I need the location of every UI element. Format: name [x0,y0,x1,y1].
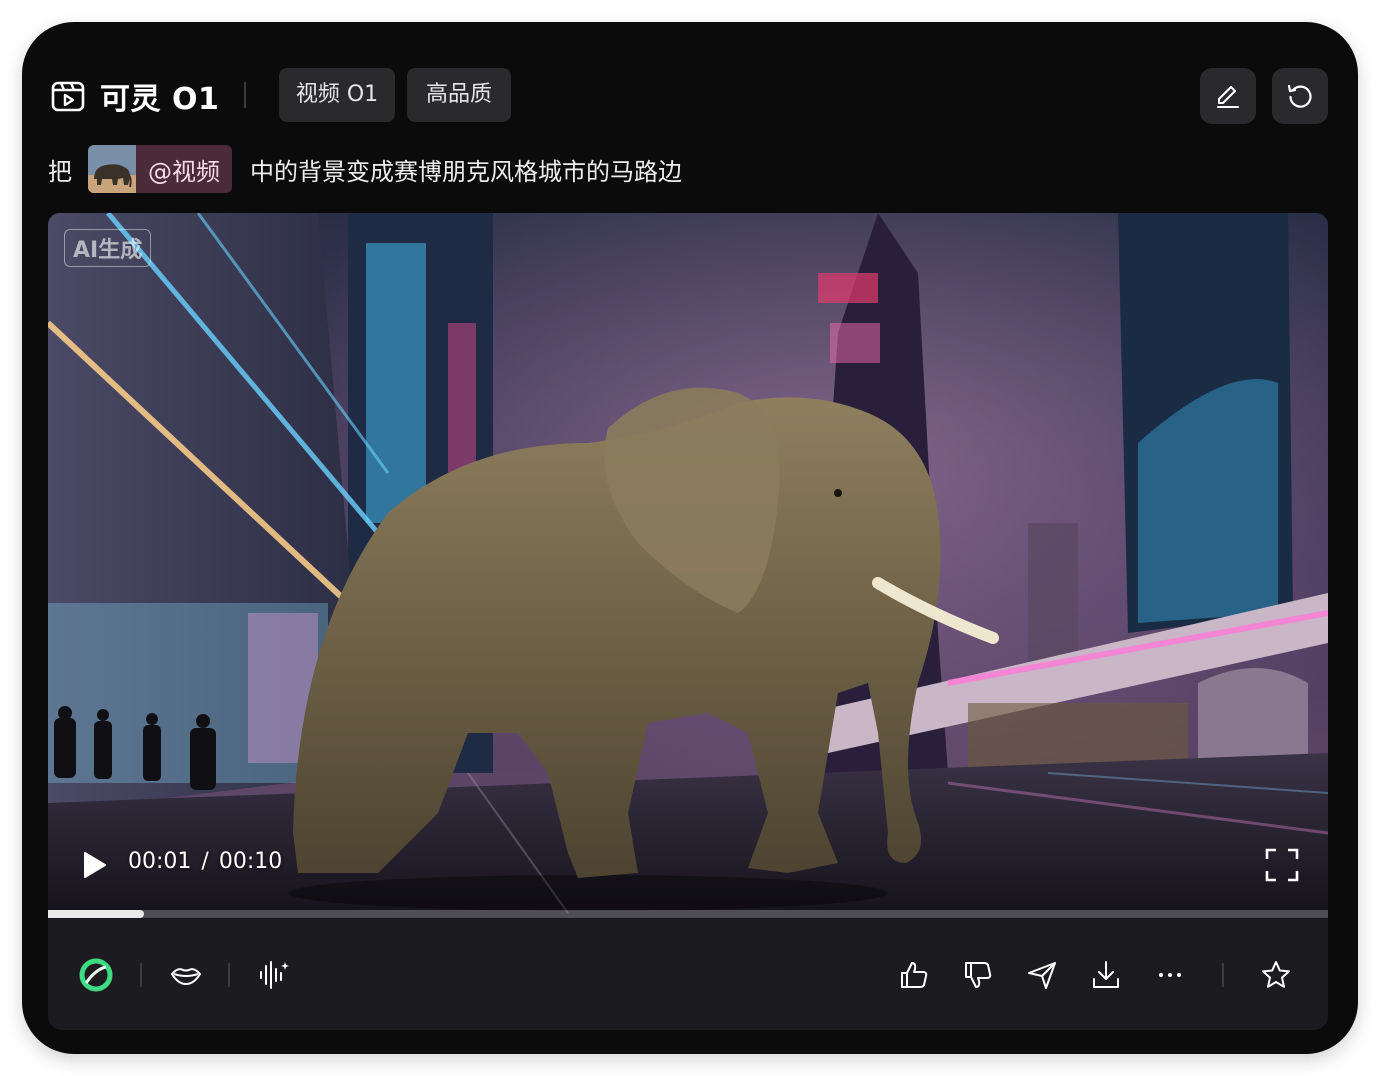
refresh-icon [1287,84,1312,108]
generation-card: 可灵 O1 视频 O1 高品质 把 @视频 中的背景变成赛博朋克风格城市的马路边… [22,22,1358,1054]
pencil-icon [1217,86,1239,108]
quality-tag[interactable]: 高品质 [407,68,511,122]
progress-bar[interactable] [48,910,1328,918]
duration: 00:10 [218,849,283,874]
star-icon[interactable] [1258,957,1294,993]
card-header: 可灵 O1 视频 O1 高品质 [22,22,1358,152]
lips-icon[interactable] [168,957,204,993]
progress-fill [48,910,144,918]
video-frame [48,213,1328,919]
ai-generated-badge: AI生成 [64,229,152,267]
model-tag[interactable]: 视频 O1 [279,68,395,122]
fullscreen-icon[interactable] [1264,847,1300,883]
thumbs-down-icon[interactable] [960,957,996,993]
reference-thumbnail [88,145,136,193]
thumbs-up-icon[interactable] [896,957,932,993]
toolbar-divider [140,963,142,987]
header-divider [244,82,246,108]
video-player[interactable]: AI生成 00:01 / 00:10 [48,213,1328,919]
chip-label: @视频 [148,157,220,186]
video-reference-chip[interactable]: @视频 [88,145,232,193]
kling-logo-icon[interactable] [78,957,114,993]
video-clapper-icon [51,81,85,112]
send-icon[interactable] [1024,957,1060,993]
brand-title: 可灵 O1 [100,82,220,117]
play-icon[interactable] [78,849,110,881]
playback-time: 00:01 / 00:10 [128,849,282,874]
regenerate-button[interactable] [1272,68,1328,124]
audio-waveform-icon[interactable] [256,957,292,993]
download-icon[interactable] [1088,957,1124,993]
toolbar-divider [228,963,230,987]
toolbar-divider [1222,963,1224,987]
more-icon[interactable] [1152,957,1188,993]
current-time: 00:01 [128,849,192,874]
brand: 可灵 O1 [50,76,220,117]
prompt-line: 把 @视频 中的背景变成赛博朋克风格城市的马路边 [48,144,682,194]
result-toolbar [48,919,1328,1030]
prompt-prefix: 把 [48,157,72,186]
prompt-suffix: 中的背景变成赛博朋克风格城市的马路边 [250,157,682,186]
edit-button[interactable] [1200,68,1256,124]
time-separator: / [201,849,209,874]
